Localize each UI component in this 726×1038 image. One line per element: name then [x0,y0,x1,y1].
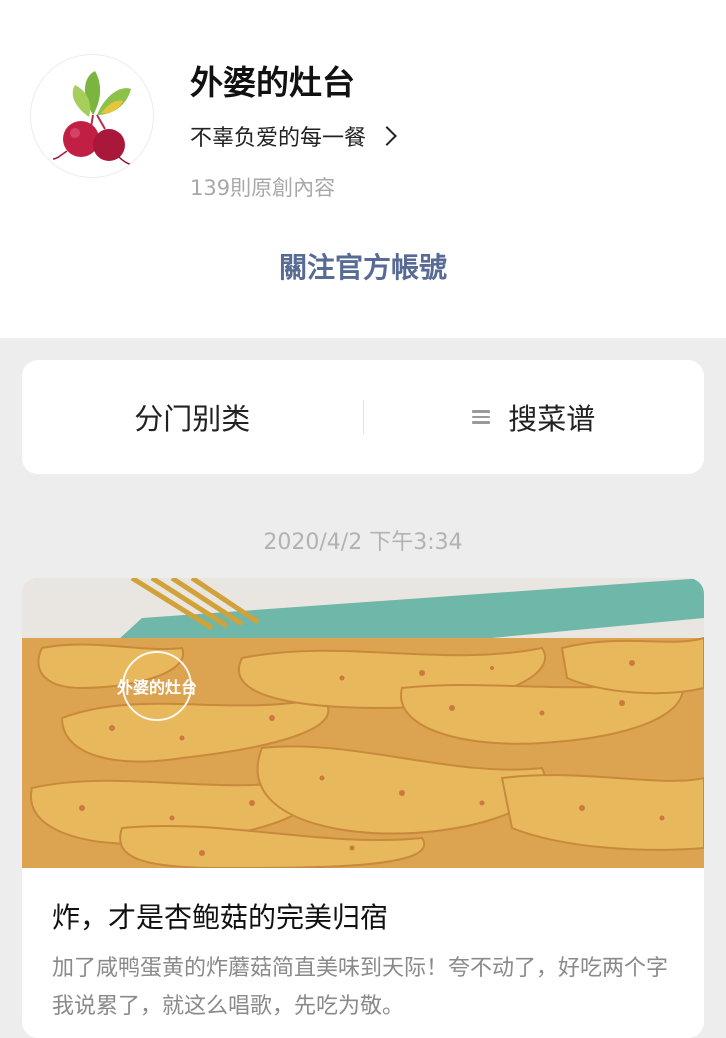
beetroot-icon [52,71,136,166]
account-description[interactable]: 不辜负爱的每一餐 [190,120,397,152]
menu-item-label: 搜菜谱 [508,402,596,436]
watermark-text: 外婆的灶台 [116,678,197,697]
account-menu: 分门别类 搜菜谱 [22,360,704,474]
follow-button[interactable]: 關注官方帳號 [0,246,726,286]
article-digest: 加了咸鸭蛋黄的炸蘑菇简直美味到天际！夸不动了，好吃两个字我说累了，就这么唱歌，先… [52,956,669,1019]
original-content-count: 139則原創內容 [190,176,336,200]
account-avatar[interactable] [30,54,154,178]
article-title[interactable]: 炸，才是杏鲍菇的完美归宿 [52,896,388,936]
account-header: 外婆的灶台 不辜负爱的每一餐 139則原創內容 關注官方帳號 [0,0,726,338]
message-timestamp: 2020/4/2 下午3:34 [263,530,463,555]
menu-item-label: 分门别类 [134,402,251,436]
article-cover-image[interactable]: 外婆的灶台 [22,578,704,868]
list-icon [472,407,491,427]
chevron-right-icon [377,126,397,146]
account-description-text: 不辜负爱的每一餐 [190,126,367,151]
menu-item-search-recipes[interactable]: 搜菜谱 [364,360,705,474]
menu-item-categories[interactable]: 分门别类 [22,360,363,474]
article-card[interactable]: 外婆的灶台 炸，才是杏鲍菇的完美归宿 加了咸鸭蛋黄的炸蘑菇简直美味到天际！夸不动… [22,578,704,1038]
account-name: 外婆的灶台 [190,63,355,102]
